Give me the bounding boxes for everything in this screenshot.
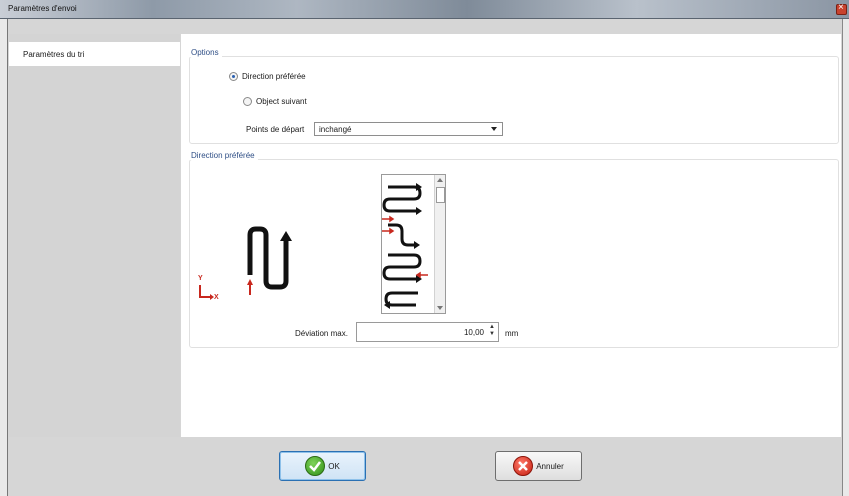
deviation-value: 10,00 <box>463 328 484 337</box>
scroll-thumb[interactable] <box>436 187 445 203</box>
sidebar: Paramètres du tri <box>9 34 180 437</box>
ok-button[interactable]: OK <box>279 451 366 481</box>
direction-option-list[interactable] <box>381 174 446 314</box>
left-edge <box>0 19 8 496</box>
radio-next-label: Object suivant <box>256 97 307 106</box>
close-icon[interactable] <box>836 2 847 15</box>
start-points-select[interactable]: inchangé <box>314 122 503 136</box>
window-title: Paramètres d'envoi <box>8 4 77 13</box>
start-points-value: inchangé <box>319 125 352 134</box>
scroll-down-icon[interactable] <box>437 306 443 310</box>
main-panel: Options Direction préférée Object suivan… <box>181 34 841 437</box>
title-bar: Paramètres d'envoi <box>0 0 849 19</box>
right-edge <box>842 19 849 496</box>
sidebar-item-label: Paramètres du tri <box>23 50 85 59</box>
direction-list-scrollbar[interactable] <box>434 175 445 313</box>
check-icon <box>305 456 326 476</box>
ok-button-label: OK <box>328 461 340 471</box>
preferred-path-preview <box>247 226 292 295</box>
options-group-label: Options <box>188 48 222 57</box>
cancel-x-icon <box>513 456 534 476</box>
cancel-button-label: Annuler <box>536 461 564 471</box>
direction-group-label: Direction préférée <box>188 151 258 160</box>
options-group: Options Direction préférée Object suivan… <box>188 48 839 144</box>
axis-y-label: Y <box>198 275 203 282</box>
radio-checked-icon <box>229 72 238 81</box>
scroll-up-icon[interactable] <box>437 178 443 182</box>
direction-options-icon <box>382 183 428 309</box>
radio-preferred-label: Direction préférée <box>242 72 306 81</box>
spinner-arrows-icon[interactable]: ▲ ▼ <box>489 324 495 338</box>
sidebar-item-sorting[interactable]: Paramètres du tri <box>9 42 180 66</box>
radio-unchecked-icon <box>243 97 252 106</box>
start-points-label: Points de départ <box>246 125 305 134</box>
deviation-unit: mm <box>505 329 519 338</box>
axis-indicator: Y X <box>193 275 219 303</box>
axis-x-label: X <box>214 294 219 301</box>
cancel-button[interactable]: Annuler <box>495 451 582 481</box>
chevron-down-icon <box>491 127 497 131</box>
radio-next-object[interactable]: Object suivant <box>243 97 307 106</box>
deviation-label: Déviation max. <box>295 329 348 338</box>
deviation-input[interactable]: 10,00 ▲ ▼ <box>356 322 499 342</box>
radio-preferred-direction[interactable]: Direction préférée <box>229 72 306 81</box>
